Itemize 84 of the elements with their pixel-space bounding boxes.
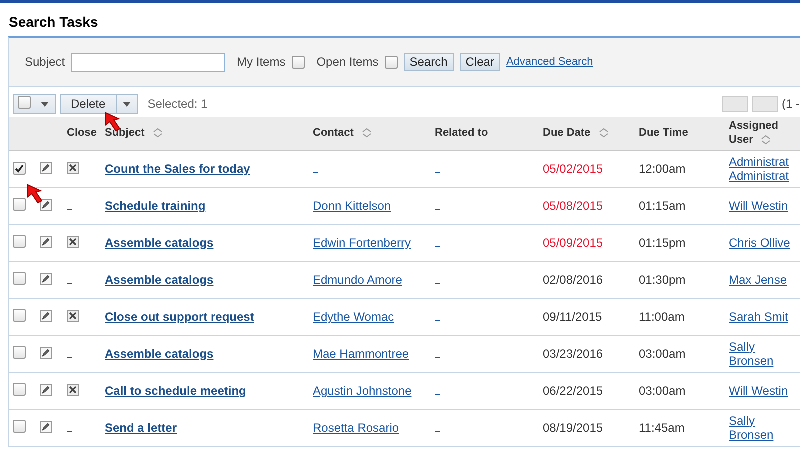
due-time: 01:15am bbox=[639, 199, 686, 213]
due-date: 05/09/2015 bbox=[543, 236, 604, 250]
due-time: 11:00am bbox=[639, 310, 685, 324]
subject-link[interactable]: Close out support request bbox=[105, 310, 254, 324]
column-header: Close bbox=[67, 126, 97, 140]
subject-label: Subject bbox=[25, 55, 66, 69]
row-checkbox[interactable] bbox=[13, 198, 26, 211]
select-all-checkbox[interactable] bbox=[18, 96, 31, 109]
due-time: 11:45am bbox=[639, 421, 685, 435]
page-title: Search Tasks bbox=[8, 13, 100, 32]
contact-link[interactable]: Donn Kittelson bbox=[313, 199, 392, 213]
close-icon[interactable] bbox=[67, 162, 79, 174]
due-date: 06/22/2015 bbox=[543, 384, 604, 398]
caret-icon bbox=[41, 102, 49, 106]
assigned-user-link[interactable]: Sally Bronsen bbox=[729, 414, 797, 442]
row-checkbox[interactable] bbox=[13, 162, 26, 175]
due-time: 03:00am bbox=[639, 347, 686, 361]
my-items-checkbox[interactable] bbox=[292, 56, 305, 68]
due-time: 12:00am bbox=[639, 162, 686, 176]
contact-link[interactable]: Edmundo Amore bbox=[313, 273, 402, 287]
subject-link[interactable]: Assemble catalogs bbox=[105, 347, 214, 361]
contact-link[interactable]: Edythe Womac bbox=[313, 310, 394, 324]
assigned-user-link[interactable]: Sally Bronsen bbox=[729, 340, 797, 368]
sort-icon[interactable] bbox=[761, 134, 772, 145]
select-all-dropdown[interactable] bbox=[13, 94, 56, 114]
assigned-user-link[interactable]: Chris Ollive bbox=[729, 236, 797, 250]
column-header[interactable]: Subject bbox=[105, 126, 145, 140]
contact-link[interactable]: Rosetta Rosario bbox=[313, 421, 400, 435]
assigned-user-link[interactable]: Sarah Smit bbox=[729, 310, 797, 324]
due-time: 03:00am bbox=[639, 384, 686, 398]
row-checkbox[interactable] bbox=[13, 235, 26, 248]
row-checkbox[interactable] bbox=[13, 346, 26, 359]
row-checkbox[interactable] bbox=[13, 420, 26, 433]
close-icon[interactable] bbox=[67, 310, 79, 322]
due-date: 09/11/2015 bbox=[543, 310, 602, 324]
subject-link[interactable]: Call to schedule meeting bbox=[105, 384, 246, 398]
pencil-icon[interactable] bbox=[40, 346, 52, 358]
pencil-icon[interactable] bbox=[40, 198, 52, 210]
subject-link[interactable]: Assemble catalogs bbox=[105, 236, 214, 250]
row-checkbox[interactable] bbox=[13, 383, 26, 396]
caret-icon[interactable] bbox=[122, 102, 131, 106]
subject-link[interactable]: Assemble catalogs bbox=[105, 273, 214, 287]
pencil-icon[interactable] bbox=[40, 310, 52, 322]
contact-link[interactable]: Edwin Fortenberry bbox=[313, 236, 412, 250]
assigned-user-link[interactable]: Administrat Administrat bbox=[729, 154, 797, 184]
contact-link[interactable]: Mae Hammontree bbox=[313, 347, 410, 361]
row-checkbox[interactable] bbox=[13, 309, 26, 322]
subject-link[interactable]: Schedule training bbox=[105, 199, 206, 213]
open-items-label: Open Items bbox=[316, 55, 379, 69]
subject-link[interactable]: Count the Sales for today bbox=[105, 162, 250, 176]
search-button[interactable]: Search bbox=[404, 53, 454, 71]
column-header[interactable]: Contact bbox=[313, 126, 354, 140]
open-items-checkbox[interactable] bbox=[384, 56, 398, 68]
due-time: 01:15pm bbox=[639, 236, 686, 250]
due-date: 08/19/2015 bbox=[543, 421, 604, 435]
pencil-icon[interactable] bbox=[40, 236, 52, 248]
due-date: 05/02/2015 bbox=[543, 162, 604, 176]
paging-text: (1 - bbox=[782, 97, 800, 111]
assigned-user-link[interactable]: Will Westin bbox=[729, 198, 797, 214]
pencil-icon[interactable] bbox=[40, 384, 52, 396]
pencil-icon[interactable] bbox=[40, 272, 52, 284]
contact-link[interactable]: Agustin Johnstone bbox=[313, 384, 412, 398]
subject-field[interactable] bbox=[71, 52, 226, 72]
close-icon[interactable] bbox=[67, 384, 79, 396]
clear-button[interactable]: Clear bbox=[460, 53, 500, 71]
selected-count: Selected: 1 bbox=[148, 97, 208, 111]
pencil-icon[interactable] bbox=[40, 162, 52, 174]
due-date: 05/08/2015 bbox=[543, 199, 604, 213]
column-header: Related to bbox=[435, 126, 488, 140]
column-header: Due Time bbox=[639, 126, 688, 140]
pencil-icon[interactable] bbox=[40, 420, 52, 432]
sort-icon[interactable] bbox=[362, 128, 372, 138]
row-checkbox[interactable] bbox=[13, 272, 26, 285]
due-time: 01:30pm bbox=[639, 273, 686, 287]
assigned-user-link[interactable]: Will Westin bbox=[729, 384, 797, 398]
subject-link[interactable]: Send a letter bbox=[105, 421, 178, 435]
close-icon[interactable] bbox=[67, 236, 79, 248]
due-date: 03/23/2016 bbox=[543, 347, 604, 361]
advanced-search-link[interactable]: Advanced Search bbox=[506, 56, 594, 68]
my-items-label: My Items bbox=[237, 55, 286, 69]
sort-icon[interactable] bbox=[598, 128, 609, 138]
assigned-user-link[interactable]: Max Jense bbox=[729, 272, 797, 288]
sort-icon[interactable] bbox=[152, 128, 163, 138]
due-date: 02/08/2016 bbox=[543, 273, 604, 287]
